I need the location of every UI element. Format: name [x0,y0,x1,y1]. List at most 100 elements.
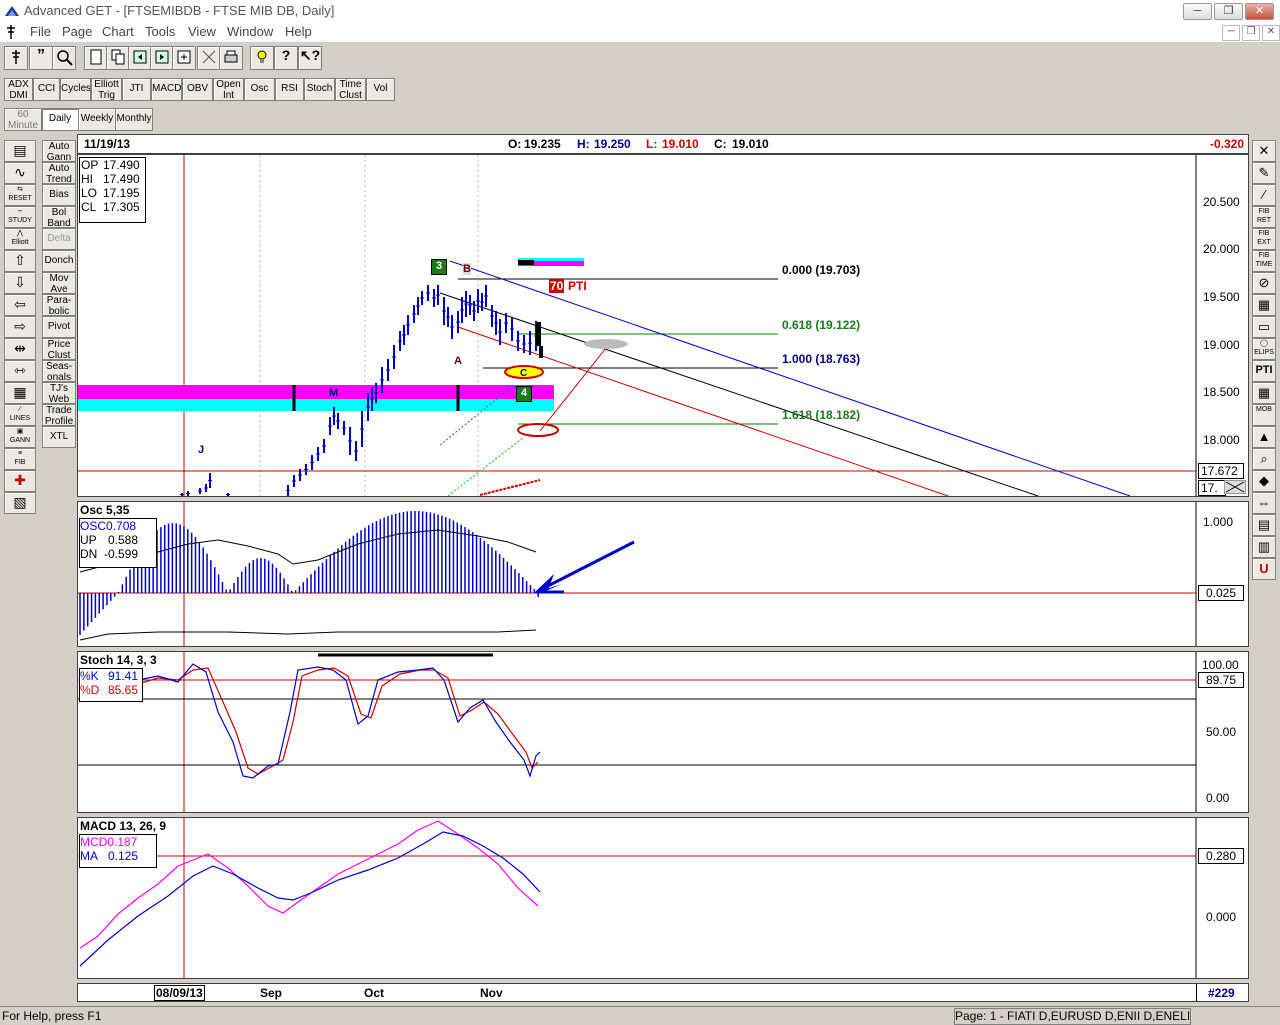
eraser-icon[interactable]: ◆ [1252,470,1276,492]
gann-icon[interactable]: ▣ GANN [4,426,36,448]
chart-style-icon[interactable]: ∿ [4,162,36,184]
tool-autotrend-button[interactable]: Auto Trend [42,162,76,184]
pin-icon[interactable] [4,46,28,70]
tool-movave-button[interactable]: Mov Ave [42,272,76,294]
menu-view[interactable]: View [188,24,216,39]
timeframe-60-button[interactable]: 60 Minute [4,108,42,131]
arrow-down-icon[interactable]: ⇩ [4,272,36,294]
elliott-icon[interactable]: ⋀ Elliott [4,228,36,250]
expand-icon[interactable] [172,46,196,70]
pencil-icon[interactable]: ✎ [1252,162,1276,184]
study-icon[interactable]: ∼ STUDY [4,206,36,228]
osc-panel[interactable]: Osc 5,35 OSC0.708 UP 0.588 DN -0.599 1.000… [77,501,1249,647]
minimize-button[interactable]: ─ [1183,3,1212,20]
timeframe-daily-button[interactable]: Daily [41,108,79,131]
channel-icon[interactable]: ⊘ [1252,272,1276,294]
menu-page[interactable]: Page [62,24,92,39]
tool-donch-button[interactable]: Donch [42,250,76,272]
fib-retracement-icon[interactable]: FIB RET [1252,206,1276,228]
indicator-elliott-button[interactable]: Elliott Trig [91,78,122,101]
layers-icon[interactable]: ▤ [1252,514,1276,536]
triangle-icon[interactable]: ▲ [1252,426,1276,448]
context-help-icon[interactable]: ↖? [298,46,322,70]
price-panel[interactable]: OP 17.490 HI 17.490 LO 17.195 CL 17.305 0.00… [77,154,1249,497]
menu-window[interactable]: Window [227,24,273,39]
table-icon[interactable]: ▦ [1252,382,1276,404]
child-minimize-button[interactable]: ─ [1222,25,1240,41]
arrow-right-icon[interactable]: ⇨ [4,316,36,338]
zoom-icon[interactable]: ⌕ [1252,448,1276,470]
indicator-adx-button[interactable]: ADX DMI [4,78,33,101]
quote-icon[interactable]: ” [29,46,53,70]
stoch-panel[interactable]: Stoch 14, 3, 3 %K 91.41 %D 85.65 100.00 89… [77,651,1249,813]
menu-help[interactable]: Help [285,24,312,39]
ellipse-icon[interactable]: ◯ ELIPS [1252,338,1276,360]
grid-icon[interactable]: ▦ [4,382,36,404]
pti-icon[interactable]: PTI [1252,360,1276,382]
tool-autogann-button[interactable]: Auto Gann [42,140,76,162]
osc-info-box: OSC0.708 UP 0.588 DN -0.599 [79,518,157,568]
tool-delta-button[interactable]: Delta [42,228,76,250]
tool-tradeprofile-button[interactable]: Trade Profile [42,404,76,426]
tool-tjsweb-button[interactable]: TJ's Web [42,382,76,404]
calendar-icon[interactable]: ▥ [1252,536,1276,558]
indicator-vol-button[interactable]: Vol [366,78,395,101]
tool-parabolic-button[interactable]: Para-bolic [42,294,76,316]
menu-tools[interactable]: Tools [145,24,175,39]
grid-icon[interactable]: ▦ [1252,294,1276,316]
macd-panel[interactable]: MACD 13, 26, 9 MCD0.187 MA 0.125 0.280 0.… [77,817,1249,979]
tool-pivot-button[interactable]: Pivot [42,316,76,338]
bulb-icon[interactable] [250,46,274,70]
timeframe-monthly-button[interactable]: Monthly [115,108,153,131]
new-page-icon[interactable] [84,46,108,70]
compress-icon[interactable]: ⇹ [4,338,36,360]
indicator-time-button[interactable]: Time Clust [335,78,366,101]
open-folder-icon[interactable]: ▤ [4,140,36,162]
scroll-left-icon[interactable] [128,46,152,70]
scroll-right-icon[interactable] [150,46,174,70]
fib-extension-icon[interactable]: FIB EXT [1252,228,1276,250]
child-close-button[interactable]: ✕ [1262,25,1280,41]
indicator-jti-button[interactable]: JTI [122,78,151,101]
tool-bolband-button[interactable]: Bol Band [42,206,76,228]
mob-icon[interactable]: MOB [1252,404,1276,426]
magnet-icon[interactable]: U [1252,558,1276,580]
copy-icon[interactable] [106,46,130,70]
tool-seasonals-button[interactable]: Seas-onals [42,360,76,382]
indicator-open-button[interactable]: Open Int [213,78,244,101]
grid-icon[interactable] [197,46,221,70]
lines-icon[interactable]: ⁄ LINES [4,404,36,426]
tool-bias-button[interactable]: Bias [42,184,76,206]
help-icon[interactable]: ? [274,46,298,70]
settings-icon[interactable]: ▧ [4,492,36,514]
fib-icon[interactable]: ≡ FIB [4,448,36,470]
fib-time-icon[interactable]: FIB TIME [1252,250,1276,272]
tool-xtl-button[interactable]: XTL [42,426,76,448]
indicator-osc-button[interactable]: Osc [244,78,275,101]
measure-icon[interactable]: ⇔ [1252,492,1276,514]
menu-chart[interactable]: Chart [102,24,134,39]
crosshair-icon[interactable]: ✚ [4,470,36,492]
arrow-up-icon[interactable]: ⇧ [4,250,36,272]
indicator-obv-button[interactable]: OBV [182,78,213,101]
indicator-rsi-button[interactable]: RSI [275,78,304,101]
reset-icon[interactable]: ⇆ RESET [4,184,36,206]
zoom-icon[interactable] [52,46,76,70]
arrow-left-icon[interactable]: ⇦ [4,294,36,316]
child-restore-button[interactable]: ❐ [1242,25,1260,41]
menu-file[interactable]: File [30,24,51,39]
time-axis[interactable]: 08/09/13 Sep Oct Nov #229 [77,983,1249,1002]
indicator-cycles-button[interactable]: Cycles [60,78,91,101]
tool-priceclust-button[interactable]: Price Clust [42,338,76,360]
expand-icon[interactable]: ⇿ [4,360,36,382]
close-button[interactable]: ✕ [1245,3,1274,20]
box-icon[interactable]: ▭ [1252,316,1276,338]
indicator-macd-button[interactable]: MACD [151,78,182,101]
close-tool-icon[interactable]: ✕ [1252,140,1276,162]
print-icon[interactable] [219,46,243,70]
indicator-cci-button[interactable]: CCI [33,78,60,101]
maximize-button[interactable]: ❐ [1214,3,1243,20]
indicator-stoch-button[interactable]: Stoch [304,78,335,101]
timeframe-weekly-button[interactable]: Weekly [78,108,116,131]
line-tool-icon[interactable]: ⁄ [1252,184,1276,206]
